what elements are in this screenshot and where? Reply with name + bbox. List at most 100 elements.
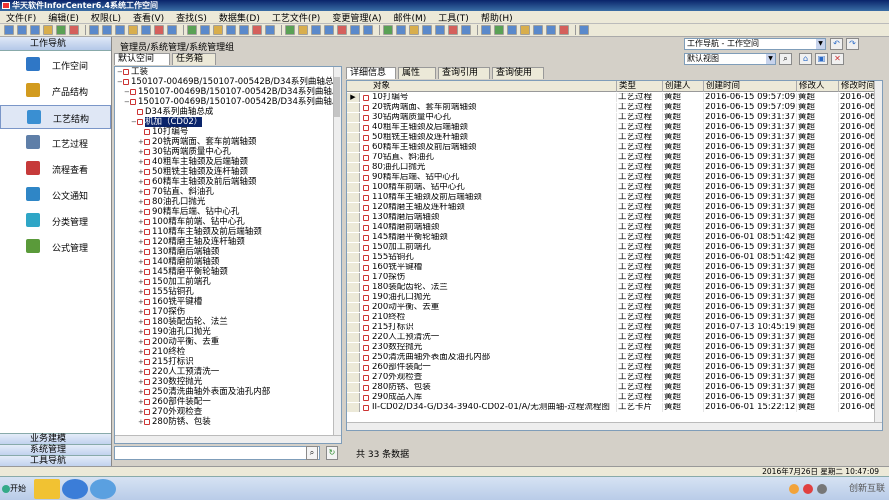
table-row[interactable]: 140精磨前端轴颈 工艺过程 黄超 2016-06-15 09:31:37 黄超 2016…	[347, 223, 882, 232]
row-marker[interactable]	[347, 183, 360, 192]
menu-item[interactable]: 变更管理(A)	[332, 11, 381, 24]
tree-node[interactable]: +30钻两端质量中心孔	[138, 148, 231, 157]
nav-item[interactable]: 工艺结构	[0, 105, 111, 129]
tree-node[interactable]: +110精车主轴颈及前后端轴颈	[138, 228, 262, 237]
detail-tab[interactable]: 详细信息	[346, 67, 396, 79]
row-marker[interactable]	[347, 403, 360, 412]
table-row[interactable]: 190油孔口抛光 工艺过程 黄超 2016-06-15 09:31:37 黄超 2016-…	[347, 293, 882, 302]
tree-node[interactable]: +60精车主轴颈及前后端轴颈	[138, 178, 256, 187]
tree-node[interactable]: +180装配齿轮、法兰	[138, 318, 228, 327]
tree-node[interactable]: +70钻直、斜油孔	[138, 188, 214, 197]
toolbar-button-icon[interactable]	[337, 25, 347, 35]
tree-node[interactable]: +260部件装配一	[138, 398, 211, 407]
row-marker[interactable]	[347, 353, 360, 362]
toolbar-button-icon[interactable]	[226, 25, 236, 35]
tree-node[interactable]: +215打标识	[138, 358, 194, 367]
toolbar-button-icon[interactable]	[435, 25, 445, 35]
tree-node[interactable]: +190油孔口抛光	[138, 328, 211, 337]
row-marker[interactable]	[347, 213, 360, 222]
table-row[interactable]: 280防锈、包装 工艺过程 黄超 2016-06-15 09:31:37 黄超 2016-…	[347, 383, 882, 392]
table-row[interactable]: 90精车后端、钻中心孔 工艺过程 黄超 2016-06-15 09:31:37 黄超 20…	[347, 173, 882, 182]
toolbar-button-icon[interactable]	[56, 25, 66, 35]
toolbar-button-icon[interactable]	[494, 25, 504, 35]
tree-node[interactable]: +20铣两端面、套车前端轴颈	[138, 138, 256, 147]
toolbar-button-icon[interactable]	[43, 25, 53, 35]
toolbar-button-icon[interactable]	[579, 25, 589, 35]
toolbar-button-icon[interactable]	[324, 25, 334, 35]
tree-node[interactable]: +280防锈、包装	[138, 418, 211, 427]
table-row[interactable]: 230数控抛光 工艺过程 黄超 2016-06-15 09:31:37 黄超 2016-0…	[347, 343, 882, 352]
forward-button[interactable]: ↷	[846, 38, 859, 50]
tree-node[interactable]: +200动平衡、去重	[138, 338, 219, 347]
row-marker[interactable]	[347, 173, 360, 182]
toolbar-button-icon[interactable]	[363, 25, 373, 35]
table-row[interactable]: ▶ 10打编号 工艺过程 黄超 2016-06-15 09:57:09 黄超 2016-06	[347, 93, 882, 102]
tray-icon[interactable]	[789, 484, 799, 494]
table-row[interactable]: 80油孔口抛光 工艺过程 黄超 2016-06-15 09:31:37 黄超 2016-0…	[347, 163, 882, 172]
table-row[interactable]: 170探伤 工艺过程 黄超 2016-06-15 09:31:37 黄超 2016-06	[347, 273, 882, 282]
tree-node[interactable]: − 工装	[117, 68, 148, 77]
nav-item[interactable]: 流程查看	[0, 157, 111, 181]
toolbar-button-icon[interactable]	[200, 25, 210, 35]
toolbar-button-icon[interactable]	[546, 25, 556, 35]
table-row[interactable]: 260部件装配一 工艺过程 黄超 2016-06-15 09:31:37 黄超 2016-…	[347, 363, 882, 372]
table-row[interactable]: II-CD02/D34-G/D34-3940-CD02-01/A/无测曲轴-过程…	[347, 403, 882, 412]
chevron-down-icon[interactable]: ▼	[816, 39, 825, 49]
tree-node[interactable]: +50粗铣主轴颈及连杆轴颈	[138, 168, 248, 177]
toolbar-button-icon[interactable]	[239, 25, 249, 35]
tree-node[interactable]: +160铣平键槽	[138, 298, 202, 307]
menu-item[interactable]: 工具(T)	[438, 11, 469, 24]
toolbar-button-icon[interactable]	[252, 25, 262, 35]
table-row[interactable]: 220人工预清洗一 工艺过程 黄超 2016-06-15 09:31:37 黄超 2016…	[347, 333, 882, 342]
tree-node[interactable]: −150107-00469B/150107-00542B/D34系列曲轴总成	[117, 78, 341, 87]
toolbar-button-icon[interactable]	[69, 25, 79, 35]
tree-node[interactable]: +80油孔口抛光	[138, 198, 205, 207]
nav-item[interactable]: 工作空间	[0, 53, 111, 77]
toolbar-button-icon[interactable]	[285, 25, 295, 35]
toolbar-button-icon[interactable]	[533, 25, 543, 35]
toolbar-button-icon[interactable]	[461, 25, 471, 35]
table-row[interactable]: 60精车主轴颈及前后端轴颈 工艺过程 黄超 2016-06-15 09:31:37 黄超…	[347, 143, 882, 152]
toolbar-button-icon[interactable]	[559, 25, 569, 35]
tree-search-input[interactable]	[114, 446, 320, 460]
column-header[interactable]: 类型	[617, 81, 663, 92]
row-marker[interactable]	[347, 313, 360, 322]
chevron-down-icon[interactable]: ▼	[766, 54, 775, 64]
toolbar-button-icon[interactable]	[265, 25, 275, 35]
tree-node[interactable]: +100精车前端、钻中心孔	[138, 218, 245, 227]
nav-item[interactable]: 工艺过程	[0, 131, 111, 155]
row-marker[interactable]	[347, 243, 360, 252]
detail-tab[interactable]: 查询使用	[492, 67, 544, 79]
toolbar-button-icon[interactable]	[481, 25, 491, 35]
tree-node[interactable]: +40粗车主轴颈及后端轴颈	[138, 158, 248, 167]
row-marker[interactable]	[347, 113, 360, 122]
toolbar-button-icon[interactable]	[383, 25, 393, 35]
tree-node[interactable]: +120精磨主轴及连杆轴颈	[138, 238, 245, 247]
table-row[interactable]: 210终检 工艺过程 黄超 2016-06-15 09:31:37 黄超 2016-06	[347, 313, 882, 322]
table-row[interactable]: 200动平衡、去重 工艺过程 黄超 2016-06-15 09:31:37 黄超 2016…	[347, 303, 882, 312]
toolbar-button-icon[interactable]	[396, 25, 406, 35]
row-marker[interactable]	[347, 153, 360, 162]
scroll-thumb[interactable]	[334, 77, 340, 117]
nav-footer-item[interactable]: 系统管理	[0, 444, 111, 455]
tree-node[interactable]: +210终检	[138, 348, 185, 357]
table-row[interactable]: 215打标识 工艺过程 黄超 2016-07-13 10:45:19 黄超 2016-06	[347, 323, 882, 332]
menu-item[interactable]: 查看(V)	[133, 11, 164, 24]
row-marker[interactable]	[347, 303, 360, 312]
row-marker[interactable]	[347, 283, 360, 292]
table-row[interactable]: 30钻两端质量中心孔 工艺过程 黄超 2016-06-15 09:31:37 黄超 201…	[347, 113, 882, 122]
tree-search-button[interactable]: ⌕	[306, 446, 318, 460]
tree-node[interactable]: 10打编号	[138, 128, 188, 137]
toolbar-button-icon[interactable]	[128, 25, 138, 35]
toolbar-button-icon[interactable]	[350, 25, 360, 35]
table-row[interactable]: 40粗车主轴颈及后端轴颈 工艺过程 黄超 2016-06-15 09:31:37 黄超 2…	[347, 123, 882, 132]
tree-node[interactable]: +230数控抛光	[138, 378, 202, 387]
table-row[interactable]: 155钻铜孔 工艺过程 黄超 2016-06-01 08:51:42 黄超 2016-06	[347, 253, 882, 262]
toolbar-button-icon[interactable]	[4, 25, 14, 35]
row-marker[interactable]	[347, 343, 360, 352]
nav-item[interactable]: 分类管理	[0, 209, 111, 233]
toolbar-button-icon[interactable]	[141, 25, 151, 35]
toolbar-button-icon[interactable]	[115, 25, 125, 35]
row-marker[interactable]	[347, 193, 360, 202]
refresh-button[interactable]: ↻	[326, 446, 338, 460]
